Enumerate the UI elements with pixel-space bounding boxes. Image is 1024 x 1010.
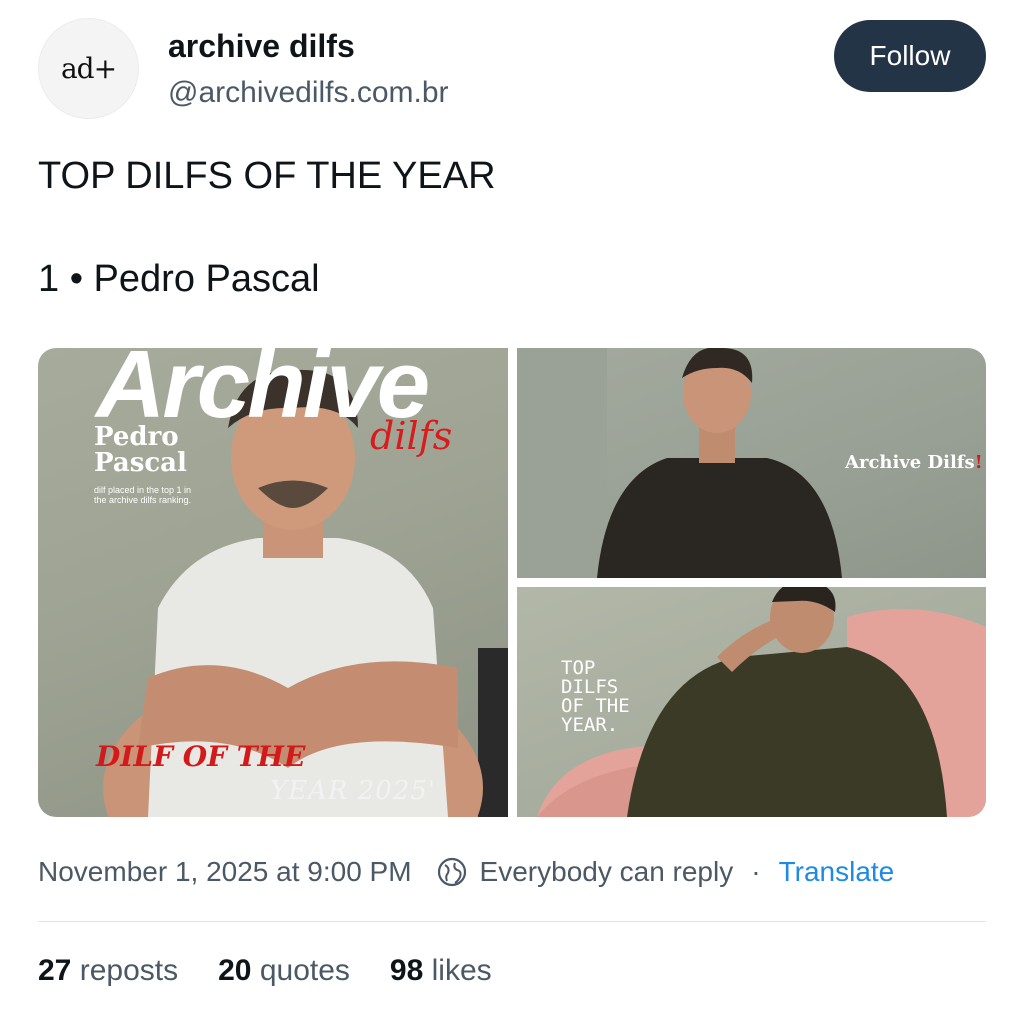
cover-year: YEAR 2025' — [270, 776, 437, 806]
reposts-label: reposts — [79, 954, 179, 987]
follow-button[interactable]: Follow — [834, 20, 986, 92]
overlay-text: TOP DILFS OF THE YEAR. — [561, 659, 630, 735]
cover-name-line2: Pascal — [94, 448, 187, 478]
media-image-portrait[interactable]: Archive Dilfs! — [517, 348, 986, 578]
avatar-logo: ad+ — [60, 52, 117, 85]
media-grid: Archive dilfs Pedro Pascal dilf placed i… — [38, 348, 986, 817]
reposts-stat[interactable]: 27 reposts — [38, 954, 178, 988]
likes-label: likes — [431, 954, 492, 987]
globe-icon — [436, 856, 468, 888]
cover-name-line1: Pedro — [94, 422, 179, 452]
likes-stat[interactable]: 98 likes — [390, 954, 492, 988]
cover-caption: dilf placed in the top 1 in the archive … — [94, 485, 192, 505]
divider — [38, 921, 986, 922]
media-image-cover[interactable]: Archive dilfs Pedro Pascal dilf placed i… — [38, 348, 508, 817]
likes-count: 98 — [389, 954, 424, 987]
cover-name: Pedro Pascal — [94, 424, 187, 476]
brand-text: Archive Dilfs — [845, 452, 975, 473]
cover-headline: DILF OF THE — [96, 740, 306, 773]
post-timestamp[interactable]: November 1, 2025 at 9:00 PM — [38, 856, 412, 888]
media-image-chair[interactable]: TOP DILFS OF THE YEAR. — [517, 587, 986, 817]
quotes-label: quotes — [259, 954, 350, 987]
post-text-line2: 1 • Pedro Pascal — [38, 258, 320, 300]
post-text-line1: TOP DILFS OF THE YEAR — [38, 155, 496, 197]
translate-link[interactable]: Translate — [779, 856, 895, 888]
reply-setting[interactable]: Everybody can reply — [480, 856, 734, 888]
overlay-line4: YEAR. — [561, 714, 619, 736]
avatar[interactable]: ad+ — [38, 18, 139, 119]
engagement-stats: 27 reposts 20 quotes 98 likes — [38, 954, 532, 988]
display-name[interactable]: archive dilfs — [168, 28, 355, 65]
brand-watermark: Archive Dilfs! — [845, 452, 983, 473]
user-handle[interactable]: @archivedilfs.com.br — [168, 76, 449, 110]
meta-separator: · — [751, 856, 761, 887]
quotes-stat[interactable]: 20 quotes — [218, 954, 350, 988]
reposts-count: 27 — [38, 954, 72, 987]
quotes-count: 20 — [218, 954, 252, 987]
post-meta: November 1, 2025 at 9:00 PM Everybody ca… — [38, 856, 894, 888]
brand-mark: ! — [974, 452, 983, 473]
cover-subtitle: dilfs — [370, 414, 453, 458]
